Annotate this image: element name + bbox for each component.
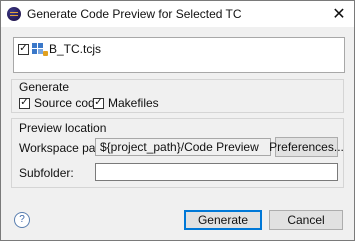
tree-item-label: B_TC.tcjs bbox=[49, 42, 102, 56]
preferences-button[interactable]: Preferences... bbox=[269, 137, 344, 157]
source-code-option[interactable]: ✓ Source code bbox=[19, 96, 101, 110]
preview-location-title: Preview location bbox=[19, 121, 107, 135]
preview-location-group: Preview location Workspace path: ${proje… bbox=[11, 118, 344, 188]
window-title: Generate Code Preview for Selected TC bbox=[27, 7, 242, 21]
subfolder-label: Subfolder: bbox=[19, 166, 74, 180]
tree-item-checkbox[interactable]: ✓ bbox=[18, 43, 29, 55]
test-case-tree: ✓ B_TC.tcjs bbox=[13, 37, 345, 73]
source-code-checkbox[interactable]: ✓ bbox=[19, 97, 30, 109]
generate-group: Generate ✓ Source code ✓ Makefiles bbox=[11, 79, 344, 113]
title-bar: Generate Code Preview for Selected TC ✕ bbox=[1, 1, 354, 27]
makefiles-checkbox[interactable]: ✓ bbox=[93, 97, 104, 109]
tree-item[interactable]: ✓ B_TC.tcjs bbox=[18, 42, 101, 56]
generate-group-title: Generate bbox=[19, 80, 70, 94]
dialog-window: Generate Code Preview for Selected TC ✕ … bbox=[0, 0, 355, 241]
tcjs-file-icon bbox=[32, 43, 48, 56]
cancel-button[interactable]: Cancel bbox=[269, 210, 343, 230]
subfolder-input[interactable] bbox=[95, 163, 338, 181]
eclipse-icon bbox=[7, 7, 21, 21]
makefiles-label: Makefiles bbox=[108, 96, 159, 110]
makefiles-option[interactable]: ✓ Makefiles bbox=[93, 96, 159, 110]
help-icon[interactable]: ? bbox=[14, 212, 30, 228]
source-code-label: Source code bbox=[34, 96, 102, 110]
workspace-path-field[interactable]: ${project_path}/Code Preview bbox=[95, 138, 271, 156]
close-icon[interactable]: ✕ bbox=[330, 5, 348, 23]
generate-button[interactable]: Generate bbox=[184, 210, 262, 230]
